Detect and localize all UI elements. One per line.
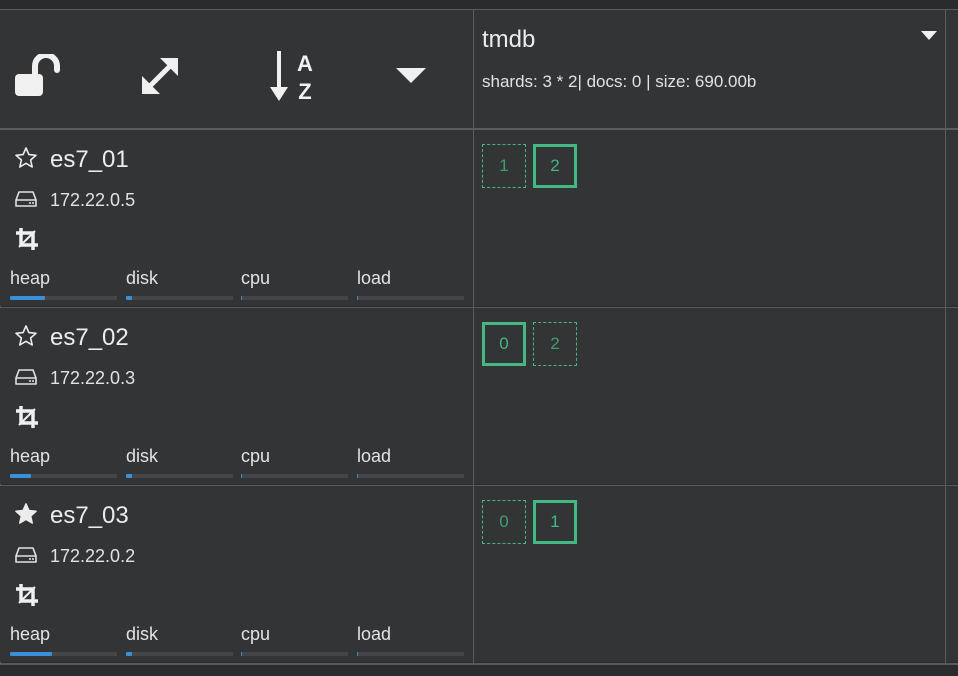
- cpu-metric: cpu: [241, 624, 348, 656]
- heap-metric: heap: [10, 268, 117, 300]
- disk-bar-fill: [126, 652, 133, 656]
- crop-icon[interactable]: [14, 226, 40, 257]
- cpu-metric: cpu: [241, 446, 348, 478]
- load-bar: [357, 296, 464, 300]
- replica-shard[interactable]: 0: [482, 500, 526, 544]
- load-bar-fill: [357, 474, 359, 478]
- heap-bar-fill: [10, 296, 46, 300]
- load-label: load: [357, 624, 392, 644]
- load-bar: [357, 652, 464, 656]
- node-cell: es7_01 172.22.0.5 heap disk cpu load: [0, 130, 473, 306]
- star-outline-icon: [14, 324, 38, 353]
- load-metric: load: [357, 268, 464, 300]
- disk-bar: [126, 652, 233, 656]
- overview-toolbar: A Z: [0, 10, 473, 128]
- heap-bar-fill: [10, 652, 52, 656]
- primary-shard[interactable]: 2: [533, 144, 577, 188]
- cpu-bar-fill: [241, 474, 243, 478]
- svg-text:A: A: [297, 51, 313, 76]
- node-name[interactable]: es7_01: [50, 146, 129, 174]
- disk-bar-fill: [126, 296, 133, 300]
- caret-down-icon: [396, 68, 426, 83]
- load-label: load: [357, 268, 392, 288]
- disk-label: disk: [126, 624, 159, 644]
- star-outline-icon: [14, 146, 38, 175]
- cpu-bar: [241, 652, 348, 656]
- options-dropdown-button[interactable]: [381, 46, 441, 106]
- replica-shard[interactable]: 1: [482, 144, 526, 188]
- svg-text:Z: Z: [298, 79, 311, 104]
- caret-down-icon: [921, 31, 937, 40]
- heap-metric: heap: [10, 624, 117, 656]
- node-name[interactable]: es7_02: [50, 324, 129, 352]
- heap-bar: [10, 474, 117, 478]
- cpu-bar-fill: [241, 652, 243, 656]
- cpu-label: cpu: [241, 446, 271, 466]
- heap-label: heap: [10, 268, 51, 288]
- node-cell: es7_03 172.22.0.2 heap disk cpu load: [0, 486, 473, 662]
- cpu-label: cpu: [241, 268, 271, 288]
- node-ip: 172.22.0.2: [50, 546, 136, 566]
- cpu-bar: [241, 296, 348, 300]
- shard-cell: 1 2: [474, 130, 945, 306]
- edge-cell: [946, 130, 958, 306]
- disk-bar: [126, 296, 233, 300]
- disk-metric: disk: [126, 624, 233, 656]
- disk-label: disk: [126, 268, 159, 288]
- crop-icon[interactable]: [14, 582, 40, 613]
- index-name[interactable]: tmdb: [482, 26, 535, 54]
- shard-cell: 0 1: [474, 486, 945, 662]
- crop-icon[interactable]: [14, 404, 40, 435]
- index-stats: shards: 3 * 2| docs: 0 | size: 690.00b: [482, 72, 757, 91]
- expand-button[interactable]: [130, 46, 190, 106]
- cpu-label: cpu: [241, 624, 271, 644]
- index-menu-button[interactable]: [921, 28, 937, 46]
- cpu-bar: [241, 474, 348, 478]
- node-ip: 172.22.0.3: [50, 368, 136, 388]
- edge-cell: [946, 308, 958, 484]
- load-bar-fill: [357, 652, 359, 656]
- disk-bar: [126, 474, 233, 478]
- grid-line: [0, 663, 958, 665]
- disk-metric: disk: [126, 446, 233, 478]
- disk-label: disk: [126, 446, 159, 466]
- expand-icon: [142, 58, 178, 94]
- heap-label: heap: [10, 624, 51, 644]
- hdd-icon: [15, 190, 37, 213]
- edge-cell: [946, 486, 958, 662]
- star-filled-icon: [14, 502, 38, 531]
- node-ip: 172.22.0.5: [50, 190, 136, 210]
- disk-metric: disk: [126, 268, 233, 300]
- replica-shard[interactable]: 2: [533, 322, 577, 366]
- sort-alpha-icon: A Z: [270, 51, 313, 104]
- node-name[interactable]: es7_03: [50, 502, 129, 530]
- hdd-icon: [15, 368, 37, 391]
- heap-bar: [10, 296, 117, 300]
- heap-bar: [10, 652, 117, 656]
- load-metric: load: [357, 624, 464, 656]
- shard-cell: 0 2: [474, 308, 945, 484]
- hdd-icon: [15, 546, 37, 569]
- heap-metric: heap: [10, 446, 117, 478]
- cpu-bar-fill: [241, 296, 243, 300]
- cpu-metric: cpu: [241, 268, 348, 300]
- sort-button[interactable]: A Z: [262, 46, 322, 106]
- index-header: tmdb shards: 3 * 2| docs: 0 | size: 690.…: [474, 10, 945, 128]
- load-label: load: [357, 446, 392, 466]
- unlock-button[interactable]: [6, 46, 66, 106]
- primary-shard[interactable]: 0: [482, 322, 526, 366]
- primary-shard[interactable]: 1: [533, 500, 577, 544]
- load-bar-fill: [357, 296, 359, 300]
- load-bar: [357, 474, 464, 478]
- unlock-icon: [15, 54, 60, 96]
- heap-bar-fill: [10, 474, 32, 478]
- header-edge-cell: [946, 10, 958, 128]
- disk-bar-fill: [126, 474, 133, 478]
- node-cell: es7_02 172.22.0.3 heap disk cpu load: [0, 308, 473, 484]
- heap-label: heap: [10, 446, 51, 466]
- load-metric: load: [357, 446, 464, 478]
